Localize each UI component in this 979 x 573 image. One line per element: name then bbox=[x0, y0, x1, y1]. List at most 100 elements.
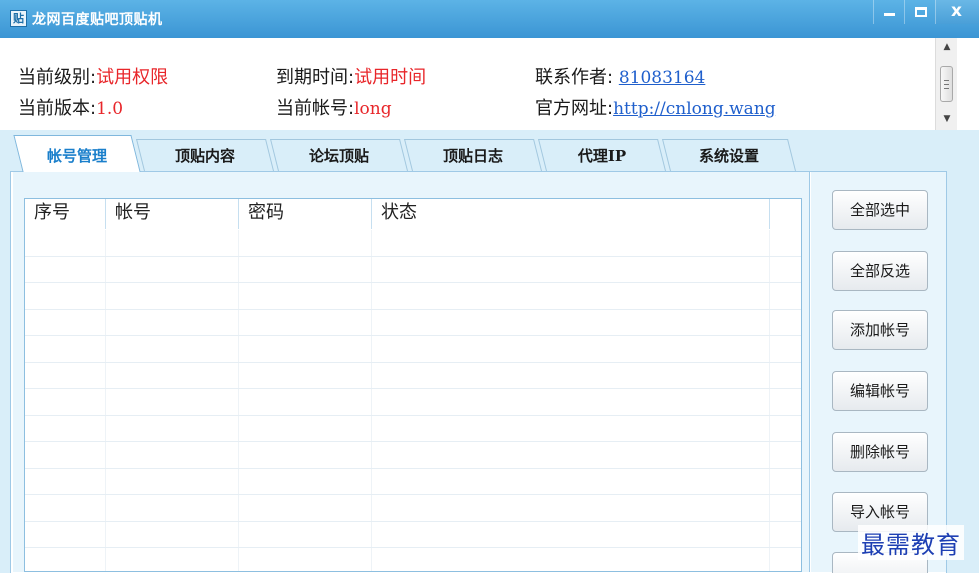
table-row[interactable] bbox=[25, 230, 801, 257]
current-account: 当前帐号:long bbox=[276, 94, 392, 120]
official-website-link[interactable]: http://cnlong.wang bbox=[613, 99, 776, 119]
watermark: 最需教育 bbox=[858, 525, 964, 560]
table-row[interactable] bbox=[25, 415, 801, 442]
table-cell bbox=[372, 548, 770, 571]
table-cell bbox=[25, 521, 106, 547]
table-row[interactable] bbox=[25, 389, 801, 416]
official-website: 官方网址:http://cnlong.wang bbox=[535, 94, 776, 120]
table-row[interactable] bbox=[25, 362, 801, 389]
minimize-icon bbox=[884, 13, 895, 16]
grip-line bbox=[944, 84, 949, 85]
current-account-label: 当前帐号: bbox=[276, 98, 355, 119]
table-cell bbox=[106, 495, 239, 521]
table-cell bbox=[239, 336, 372, 362]
current-level-value: 试用权限 bbox=[96, 67, 169, 88]
edit-account-button[interactable]: 编辑帐号 bbox=[832, 371, 928, 411]
table-cell bbox=[239, 230, 372, 256]
contact-author-label: 联系作者: bbox=[535, 67, 614, 88]
tab-system-settings[interactable]: 系统设置 bbox=[666, 139, 792, 171]
column-header-extra[interactable] bbox=[770, 199, 801, 229]
column-header-index[interactable]: 序号 bbox=[25, 199, 106, 229]
title-bar: 贴 龙网百度贴吧顶贴机 x bbox=[0, 0, 979, 38]
scroll-down-icon[interactable]: ▼ bbox=[936, 110, 958, 128]
table-cell bbox=[25, 548, 106, 571]
minimize-button[interactable] bbox=[873, 0, 904, 24]
maximize-button[interactable] bbox=[904, 0, 935, 24]
table-cell bbox=[239, 309, 372, 335]
tab-bar: 帐号管理 顶贴内容 论坛顶贴 顶贴日志 代理IP 系统设置 bbox=[0, 135, 979, 171]
table-cell bbox=[25, 389, 106, 415]
close-button[interactable]: x bbox=[935, 0, 979, 24]
table-cell bbox=[25, 256, 106, 282]
table-cell bbox=[106, 468, 239, 494]
tab-post-content[interactable]: 顶贴内容 bbox=[140, 139, 270, 171]
table-row[interactable] bbox=[25, 442, 801, 469]
table-cell bbox=[372, 256, 770, 282]
select-all-button[interactable]: 全部选中 bbox=[832, 190, 928, 230]
column-header-password[interactable]: 密码 bbox=[239, 199, 372, 229]
delete-account-button[interactable]: 删除帐号 bbox=[832, 432, 928, 472]
table-cell bbox=[25, 336, 106, 362]
account-list[interactable]: 序号 帐号 密码 状态 bbox=[24, 198, 802, 572]
table-cell bbox=[25, 442, 106, 468]
table-row[interactable] bbox=[25, 336, 801, 363]
table-cell bbox=[372, 468, 770, 494]
table-row[interactable] bbox=[25, 309, 801, 336]
table-cell bbox=[372, 442, 770, 468]
table-cell bbox=[372, 415, 770, 441]
table-row[interactable] bbox=[25, 256, 801, 283]
current-level-label: 当前级别: bbox=[18, 67, 97, 88]
table-cell bbox=[106, 521, 239, 547]
table-cell bbox=[372, 495, 770, 521]
scroll-thumb[interactable] bbox=[940, 66, 953, 102]
window-title: 龙网百度贴吧顶贴机 bbox=[32, 12, 163, 28]
table-cell bbox=[239, 362, 372, 388]
current-level: 当前级别:试用权限 bbox=[18, 63, 168, 89]
column-header-status[interactable]: 状态 bbox=[372, 199, 770, 229]
tab-forum-post[interactable]: 论坛顶贴 bbox=[274, 139, 404, 171]
table-cell bbox=[106, 256, 239, 282]
table-cell bbox=[239, 468, 372, 494]
table-row[interactable] bbox=[25, 283, 801, 310]
tab-container: 帐号管理 顶贴内容 论坛顶贴 顶贴日志 代理IP 系统设置 序号 帐号 密码 状… bbox=[0, 130, 979, 573]
tab-account-manage[interactable]: 帐号管理 bbox=[18, 135, 136, 172]
table-cell bbox=[106, 309, 239, 335]
tab-post-log[interactable]: 顶贴日志 bbox=[408, 139, 538, 171]
info-scrollbar[interactable]: ▲ ▼ bbox=[935, 38, 957, 130]
current-version: 当前版本:1.0 bbox=[18, 94, 123, 120]
table-cell bbox=[372, 309, 770, 335]
table-cell bbox=[372, 283, 770, 309]
contact-author-link[interactable]: 81083164 bbox=[619, 68, 706, 88]
current-version-value: 1.0 bbox=[96, 99, 124, 119]
table-row[interactable] bbox=[25, 468, 801, 495]
table-row[interactable] bbox=[25, 521, 801, 548]
table-row[interactable] bbox=[25, 495, 801, 522]
table-cell bbox=[106, 415, 239, 441]
maximize-icon bbox=[915, 7, 927, 17]
add-account-button[interactable]: 添加帐号 bbox=[832, 310, 928, 350]
expire-time: 到期时间:试用时间 bbox=[276, 63, 426, 89]
table-cell bbox=[25, 415, 106, 441]
column-header-account[interactable]: 帐号 bbox=[106, 199, 239, 229]
table-cell bbox=[239, 283, 372, 309]
table-cell bbox=[239, 442, 372, 468]
scroll-up-icon[interactable]: ▲ bbox=[936, 38, 958, 56]
official-website-label: 官方网址: bbox=[535, 98, 614, 119]
current-version-label: 当前版本: bbox=[18, 98, 97, 119]
tab-proxy-ip[interactable]: 代理IP bbox=[542, 139, 662, 171]
close-icon: x bbox=[951, 1, 962, 21]
window-controls: x bbox=[873, 0, 979, 26]
account-panel: 序号 帐号 密码 状态 全部选中 全部反选 添加帐号 编辑帐号 删除帐号 导入帐… bbox=[10, 171, 947, 573]
table-cell bbox=[239, 389, 372, 415]
table-cell bbox=[239, 548, 372, 571]
invert-selection-button[interactable]: 全部反选 bbox=[832, 251, 928, 291]
table-cell bbox=[25, 362, 106, 388]
list-rows bbox=[25, 230, 801, 571]
table-cell bbox=[372, 230, 770, 256]
table-cell bbox=[25, 283, 106, 309]
table-cell bbox=[372, 362, 770, 388]
table-cell bbox=[239, 521, 372, 547]
table-cell bbox=[372, 336, 770, 362]
table-row[interactable] bbox=[25, 548, 801, 571]
table-cell bbox=[106, 362, 239, 388]
